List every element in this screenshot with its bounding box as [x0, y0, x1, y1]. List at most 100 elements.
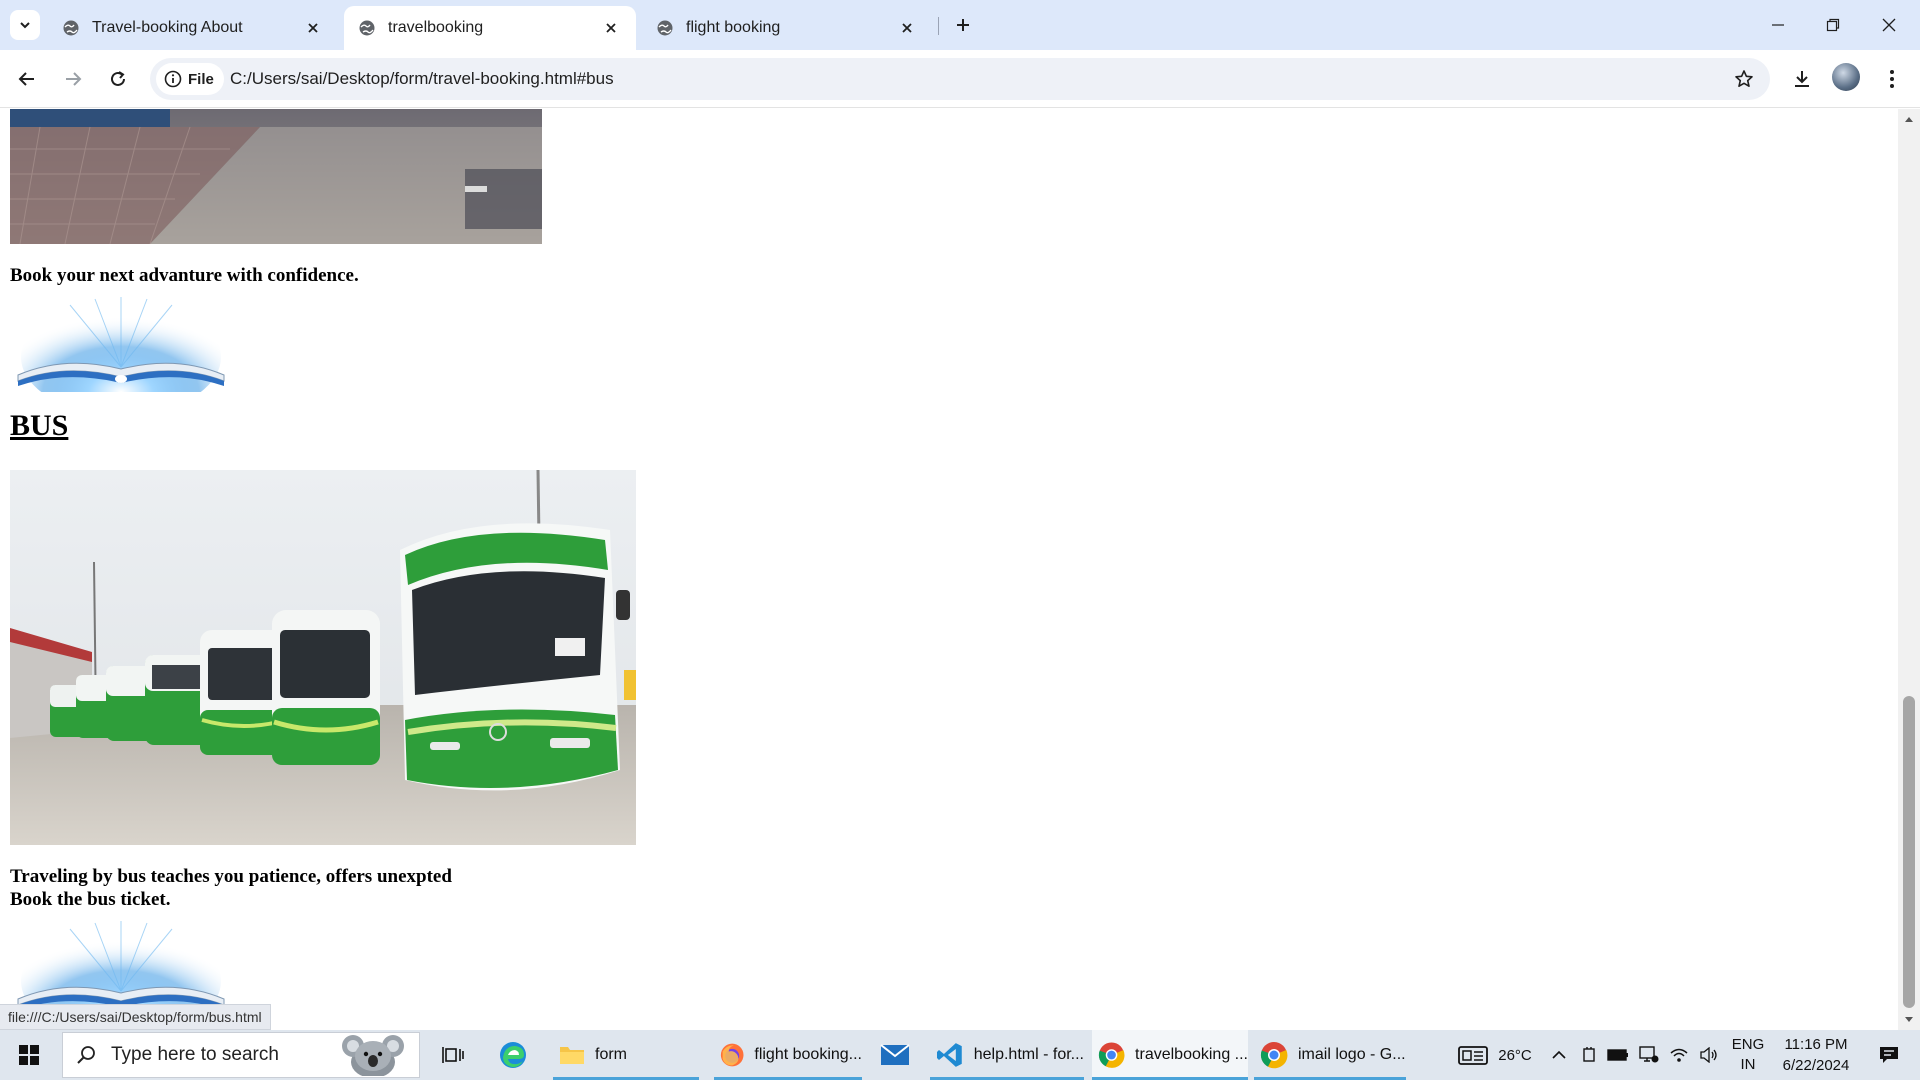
- weather-temperature: 26°C: [1498, 1046, 1532, 1064]
- menu-button[interactable]: [1876, 63, 1908, 95]
- platform-photo: [10, 109, 542, 244]
- forward-button[interactable]: [57, 63, 89, 95]
- status-bar-link-preview: file:///C:/Users/sai/Desktop/form/bus.ht…: [0, 1004, 271, 1030]
- firefox-icon: [720, 1043, 744, 1067]
- reload-button[interactable]: [102, 63, 134, 95]
- info-icon: [164, 70, 182, 88]
- mail-taskbar-button[interactable]: [878, 1030, 912, 1080]
- scrollbar-thumb[interactable]: [1903, 696, 1915, 1008]
- tab-title: Travel-booking About: [92, 19, 243, 36]
- globe-icon: [657, 20, 673, 36]
- vscode-taskbar-button[interactable]: help.html - for...: [930, 1030, 1084, 1080]
- minimize-icon: [1772, 24, 1784, 26]
- koala-highlight-image[interactable]: [333, 1032, 413, 1078]
- close-icon[interactable]: [896, 17, 918, 39]
- downloads-button[interactable]: [1786, 63, 1818, 95]
- site-info-chip[interactable]: File: [156, 63, 224, 95]
- vertical-scrollbar[interactable]: [1898, 109, 1920, 1030]
- chrome-icon: [1098, 1042, 1125, 1068]
- region-code: IN: [1740, 1056, 1756, 1073]
- mail-icon: [880, 1044, 910, 1065]
- tab-travel-booking-about[interactable]: Travel-booking About: [48, 6, 338, 50]
- edge-icon: [500, 1042, 526, 1068]
- show-hidden-icons-button[interactable]: [1546, 1030, 1572, 1080]
- close-window-button[interactable]: [1866, 8, 1912, 42]
- close-icon[interactable]: [600, 17, 622, 39]
- more-vert-icon: [1890, 70, 1894, 88]
- search-placeholder: Type here to search: [111, 1044, 279, 1065]
- task-view-button[interactable]: [436, 1030, 470, 1080]
- arrow-right-icon: [66, 72, 82, 86]
- device-tray-button[interactable]: [1578, 1030, 1600, 1080]
- wifi-icon: [1670, 1048, 1688, 1062]
- chrome-travelbooking-taskbar-button[interactable]: travelbooking ...: [1092, 1030, 1248, 1080]
- wifi-button[interactable]: [1666, 1030, 1692, 1080]
- windows-icon: [19, 1045, 39, 1065]
- taskbar-app-label: form: [595, 1046, 627, 1063]
- bus-heading: BUS: [10, 409, 69, 442]
- network-status-button[interactable]: [1636, 1030, 1662, 1080]
- folder-icon: [560, 1047, 584, 1064]
- start-button[interactable]: [0, 1030, 58, 1080]
- browser-toolbar: File C:/Users/sai/Desktop/form/travel-bo…: [0, 50, 1920, 108]
- weather-icon: [1458, 1046, 1489, 1065]
- star-icon: [1735, 70, 1753, 87]
- address-bar[interactable]: File C:/Users/sai/Desktop/form/travel-bo…: [150, 58, 1770, 100]
- restore-icon: [1826, 18, 1840, 32]
- battery-button[interactable]: [1606, 1030, 1630, 1080]
- language-code: ENG: [1731, 1036, 1765, 1053]
- tab-search-button[interactable]: [10, 10, 40, 40]
- scroll-down-arrow[interactable]: [1903, 1014, 1915, 1026]
- tab-title: flight booking: [686, 19, 781, 36]
- url-text[interactable]: C:/Users/sai/Desktop/form/travel-booking…: [230, 58, 614, 100]
- bus-description-line: Traveling by bus teaches you patience, o…: [10, 866, 452, 887]
- input-language-button[interactable]: ENG IN: [1726, 1030, 1770, 1080]
- speaker-icon: [1700, 1047, 1717, 1063]
- clock-button[interactable]: 11:16 PM 6/22/2024: [1772, 1030, 1860, 1080]
- taskbar-app-label: flight booking...: [754, 1046, 862, 1063]
- tab-strip: Travel-booking About travelbooking fligh…: [0, 0, 1920, 50]
- file-explorer-taskbar-button[interactable]: form: [553, 1030, 699, 1080]
- tab-separator: [938, 17, 939, 35]
- globe-icon: [63, 20, 79, 36]
- weather-widget[interactable]: 26°C: [1440, 1030, 1550, 1080]
- restore-button[interactable]: [1810, 8, 1856, 42]
- arrow-left-icon: [18, 72, 34, 86]
- volume-button[interactable]: [1696, 1030, 1722, 1080]
- edge-taskbar-button[interactable]: [496, 1030, 530, 1080]
- tab-travelbooking[interactable]: travelbooking: [344, 6, 636, 50]
- close-icon[interactable]: [302, 17, 324, 39]
- task-view-icon: [442, 1047, 464, 1063]
- chevron-up-icon: [1552, 1050, 1566, 1059]
- profile-avatar[interactable]: [1832, 63, 1860, 91]
- tagline: Book your next advanture with confidence…: [10, 265, 359, 286]
- clock-date: 6/22/2024: [1782, 1057, 1850, 1074]
- globe-icon: [359, 20, 375, 36]
- battery-icon: [1607, 1049, 1628, 1061]
- network-icon: [1639, 1046, 1659, 1063]
- tab-flight-booking[interactable]: flight booking: [642, 6, 932, 50]
- minimize-button[interactable]: [1755, 8, 1801, 42]
- taskbar-app-label: travelbooking ...: [1135, 1046, 1248, 1063]
- chevron-down-icon: [20, 22, 30, 29]
- taskbar: Type here to search form flight booking.…: [0, 1030, 1920, 1080]
- bookmark-button[interactable]: [1730, 65, 1758, 93]
- action-center-button[interactable]: [1866, 1030, 1912, 1080]
- close-icon: [1882, 18, 1896, 32]
- reload-icon: [111, 71, 125, 86]
- new-tab-button[interactable]: [948, 10, 978, 40]
- firefox-taskbar-button[interactable]: flight booking...: [714, 1030, 862, 1080]
- clock-time: 11:16 PM: [1784, 1036, 1848, 1053]
- chrome-imail-taskbar-button[interactable]: imail logo - G...: [1254, 1030, 1406, 1080]
- back-button[interactable]: [11, 63, 43, 95]
- bus-fleet-photo: [10, 470, 636, 845]
- notification-icon: [1880, 1047, 1898, 1063]
- scroll-up-arrow[interactable]: [1903, 113, 1915, 125]
- bus-description-line: Book the bus ticket.: [10, 889, 171, 910]
- plus-icon: [957, 19, 969, 31]
- book-logo-image: [10, 921, 232, 1030]
- site-chip-label: File: [188, 70, 214, 88]
- book-logo-image: [10, 297, 232, 415]
- device-icon: [1583, 1047, 1595, 1062]
- taskbar-app-label: imail logo - G...: [1298, 1046, 1406, 1063]
